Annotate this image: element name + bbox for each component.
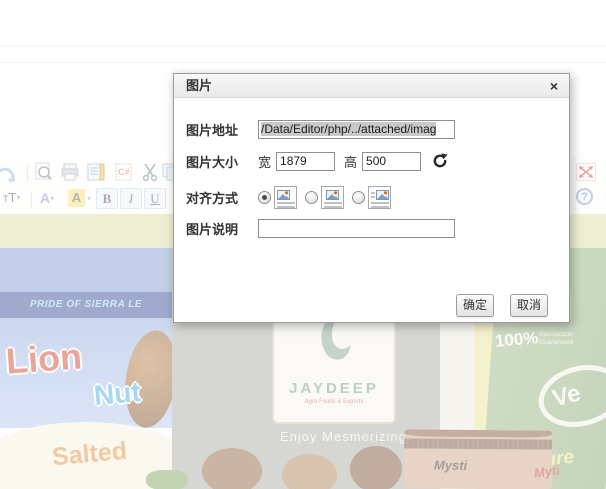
align-row: 对齐方式 [186,184,399,210]
image-thumb-icon [376,190,389,200]
align-right-radio[interactable] [352,191,365,204]
image-dialog: 图片 × 图片地址 /Data/Editor/php/../attached/i… [173,73,570,323]
align-center-option[interactable] [321,186,344,209]
text-line [277,202,295,204]
align-right-option[interactable] [368,186,391,209]
image-url-input[interactable]: /Data/Editor/php/../attached/imag [258,120,455,139]
caption-label: 图片说明 [186,219,258,238]
height-label: 高 [344,152,357,171]
text-line [371,202,389,204]
text-line [371,206,389,208]
height-input[interactable] [362,152,421,171]
text-line [371,196,375,198]
image-size-label: 图片大小 [186,152,258,171]
dialog-titlebar[interactable]: 图片 × [174,74,569,98]
image-url-selected-text: /Data/Editor/php/../attached/imag [261,122,436,136]
image-url-label: 图片地址 [186,120,258,139]
dialog-title: 图片 [186,78,212,93]
align-label: 对齐方式 [186,188,258,207]
text-line [277,206,295,208]
image-size-row: 图片大小 宽 高 [186,148,448,174]
text-line [324,206,342,208]
editor-screen: PRIDE OF SIERRA LE Lion Nut Salted JAYDE… [0,0,606,489]
text-line [371,192,375,194]
image-url-row: 图片地址 /Data/Editor/php/../attached/imag [186,116,455,142]
caption-input[interactable] [258,219,455,238]
refresh-icon[interactable] [432,153,448,169]
close-icon[interactable]: × [550,74,558,98]
ok-button[interactable]: 确定 [456,294,494,317]
width-label: 宽 [258,152,271,171]
caption-row: 图片说明 [186,215,455,241]
cancel-button[interactable]: 取消 [510,294,548,317]
image-thumb-icon [277,190,290,200]
width-input[interactable] [276,152,335,171]
image-thumb-icon [326,190,339,200]
text-line [324,202,342,204]
align-center-radio[interactable] [305,191,318,204]
align-left-option[interactable] [274,186,297,209]
align-left-radio[interactable] [258,191,271,204]
